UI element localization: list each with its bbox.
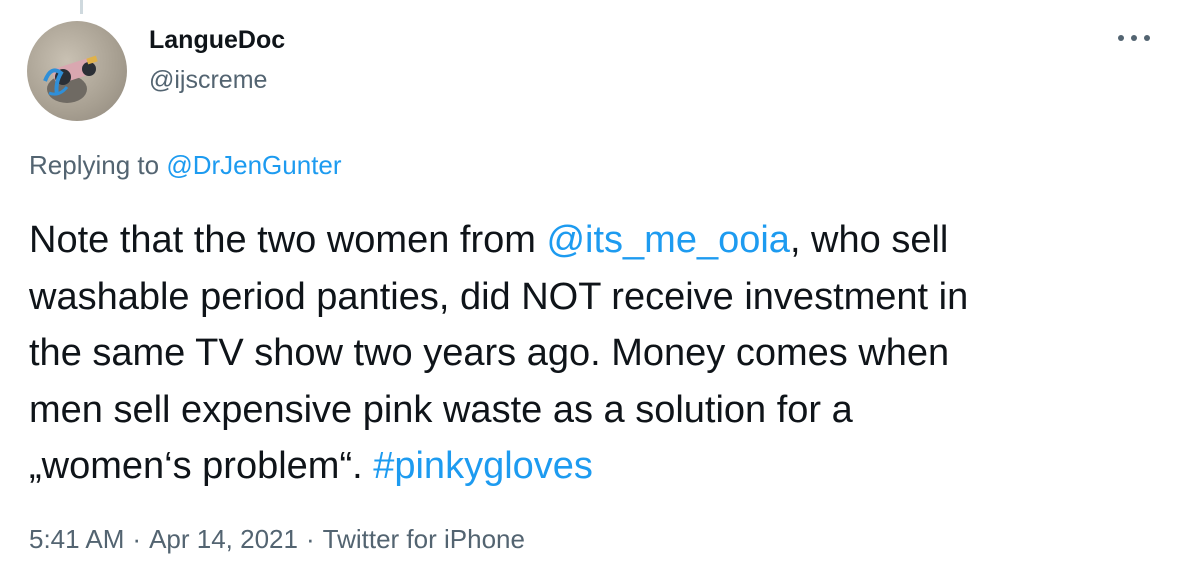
tweet-line-3: the same TV show two years ago. Money co… [29,332,950,374]
author-display-name[interactable]: LangueDoc [149,26,285,55]
tweet-time-link[interactable]: 5:41 AM [29,524,124,554]
more-options-icon[interactable] [1118,28,1150,48]
meta-separator: · [305,524,315,554]
tweet-text-segment: Note that the two women from [29,219,547,261]
tweet-source-link[interactable]: Twitter for iPhone [323,524,525,554]
reply-mention-link[interactable]: @DrJenGunter [166,150,341,180]
avatar-photo-icon [43,55,98,103]
replying-to: Replying to @DrJenGunter [29,150,342,181]
meta-separator: · [132,524,142,554]
avatar[interactable] [27,21,127,121]
author-handle[interactable]: @ijscreme [149,66,267,95]
replying-to-label: Replying to [29,150,167,180]
thread-connector-line [80,0,83,14]
hashtag-link[interactable]: #pinkygloves [373,445,593,487]
tweet-line-5: „women‘s problem“. #pinkygloves [29,438,1149,495]
tweet-text-segment: „women‘s problem“. [29,445,374,487]
tweet-meta: 5:41 AM · Apr 14, 2021 · Twitter for iPhone [29,524,525,555]
tweet-date-link[interactable]: Apr 14, 2021 [149,524,298,554]
tweet-line-2: washable period panties, did NOT receive… [29,275,969,318]
tweet-line-4: men sell expensive pink waste as a solut… [29,388,853,431]
mention-link[interactable]: @its_me_ooia [546,219,789,261]
tweet-text: Note that the two women from @its_me_ooi… [29,212,1149,495]
tweet-text-segment: , who sell [789,219,949,261]
tweet-line-1: Note that the two women from @its_me_ooi… [29,212,1149,269]
